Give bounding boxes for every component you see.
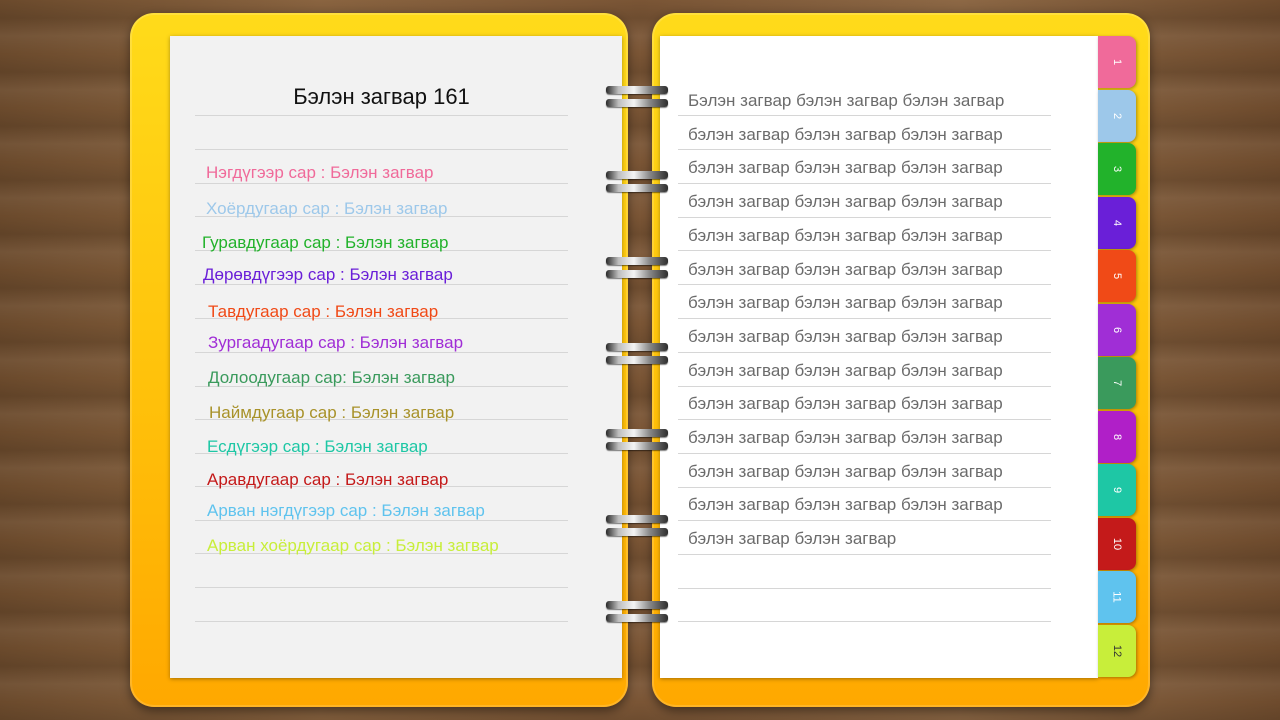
ruled-line [678,284,1051,285]
tab-label: 9 [1111,486,1123,494]
tab-label: 1 [1111,58,1123,66]
text-line: бэлэн загвар бэлэн загвар бэлэн загвар [688,361,1003,380]
ruled-line [678,487,1051,488]
tab-month-3[interactable]: 3 [1098,143,1136,195]
ruled-line [195,587,568,588]
binder-ring [606,86,668,108]
month-item: Арван хоёрдугаар сар : Бэлэн загвар [207,536,499,555]
binder-ring [606,601,668,623]
text-line: бэлэн загвар бэлэн загвар бэлэн загвар [688,293,1003,312]
tab-month-11[interactable]: 11 [1098,571,1136,623]
ruled-line [678,115,1051,116]
text-line: бэлэн загвар бэлэн загвар бэлэн загвар [688,495,1003,514]
ruled-line [678,250,1051,251]
ruled-line [678,183,1051,184]
text-line: бэлэн загвар бэлэн загвар бэлэн загвар [688,260,1003,279]
month-item: Хоёрдугаар сар : Бэлэн загвар [206,199,448,218]
left-page: Бэлэн загвар 161 Нэгдүгээр сар : Бэлэн з… [170,36,622,678]
text-line: Бэлэн загвар бэлэн загвар бэлэн загвар [688,91,1005,110]
text-line: бэлэн загвар бэлэн загвар бэлэн загвар [688,327,1003,346]
ruled-line [195,115,568,116]
text-line: бэлэн загвар бэлэн загвар бэлэн загвар [688,462,1003,481]
tab-month-10[interactable]: 10 [1098,518,1136,570]
tab-label: 7 [1111,379,1123,387]
ruled-line [195,149,568,150]
ruled-line [195,183,568,184]
ruled-line [678,217,1051,218]
text-line: бэлэн загвар бэлэн загвар бэлэн загвар [688,226,1003,245]
tab-month-8[interactable]: 8 [1098,411,1136,463]
text-line: бэлэн загвар бэлэн загвар бэлэн загвар [688,428,1003,447]
month-item: Есдүгээр сар : Бэлэн загвар [207,437,428,456]
tab-month-4[interactable]: 4 [1098,197,1136,249]
binder-ring [606,429,668,451]
ruled-line [678,588,1051,589]
tab-month-6[interactable]: 6 [1098,304,1136,356]
tab-month-9[interactable]: 9 [1098,464,1136,516]
month-item: Арван нэгдүгээр сар : Бэлэн загвар [207,501,485,520]
tab-label: 10 [1111,537,1123,551]
tab-month-1[interactable]: 1 [1098,36,1136,88]
ruled-line [678,419,1051,420]
tab-label: 11 [1110,591,1123,603]
month-item: Аравдугаар сар : Бэлэн загвар [207,470,449,489]
tab-month-5[interactable]: 5 [1098,250,1136,302]
ruled-line [678,621,1051,622]
text-line: бэлэн загвар бэлэн загвар бэлэн загвар [688,192,1003,211]
ruled-line [678,386,1051,387]
tab-month-2[interactable]: 2 [1098,90,1136,142]
ruled-line [195,621,568,622]
text-line: бэлэн загвар бэлэн загвар бэлэн загвар [688,394,1003,413]
tab-label: 8 [1111,433,1123,441]
binder-ring [606,343,668,365]
tab-label: 2 [1111,112,1123,120]
right-page: Бэлэн загвар бэлэн загвар бэлэн загвар бэ… [660,36,1098,678]
text-line: бэлэн загвар бэлэн загвар [688,529,897,548]
tab-label: 6 [1111,326,1123,334]
text-line: бэлэн загвар бэлэн загвар бэлэн загвар [688,158,1003,177]
tab-month-12[interactable]: 12 [1098,625,1136,677]
text-line: бэлэн загвар бэлэн загвар бэлэн загвар [688,125,1003,144]
tab-month-7[interactable]: 7 [1098,357,1136,409]
ruled-line [678,318,1051,319]
month-item: Нэгдүгээр сар : Бэлэн загвар [206,163,434,182]
tab-label: 12 [1111,644,1123,658]
month-item: Наймдугаар сар : Бэлэн загвар [209,403,455,422]
ruled-line [678,149,1051,150]
ruled-line [678,352,1051,353]
month-item: Дөрөвдүгээр сар : Бэлэн загвар [203,265,453,284]
tab-label: 5 [1111,272,1123,280]
tab-label: 4 [1111,219,1123,227]
ruled-line [678,520,1051,521]
month-item: Тавдугаар сар : Бэлэн загвар [208,302,439,321]
month-item: Долоодугаар сар: Бэлэн загвар [208,368,455,387]
binder-ring [606,171,668,193]
page-title: Бэлэн загвар 161 [293,84,470,109]
tab-label: 3 [1111,165,1123,173]
month-item: Гуравдугаар сар : Бэлэн загвар [202,233,449,252]
binder-ring [606,515,668,537]
binder-ring [606,257,668,279]
ruled-line [678,453,1051,454]
ruled-line [678,554,1051,555]
month-item: Зургаадугаар сар : Бэлэн загвар [208,333,464,352]
